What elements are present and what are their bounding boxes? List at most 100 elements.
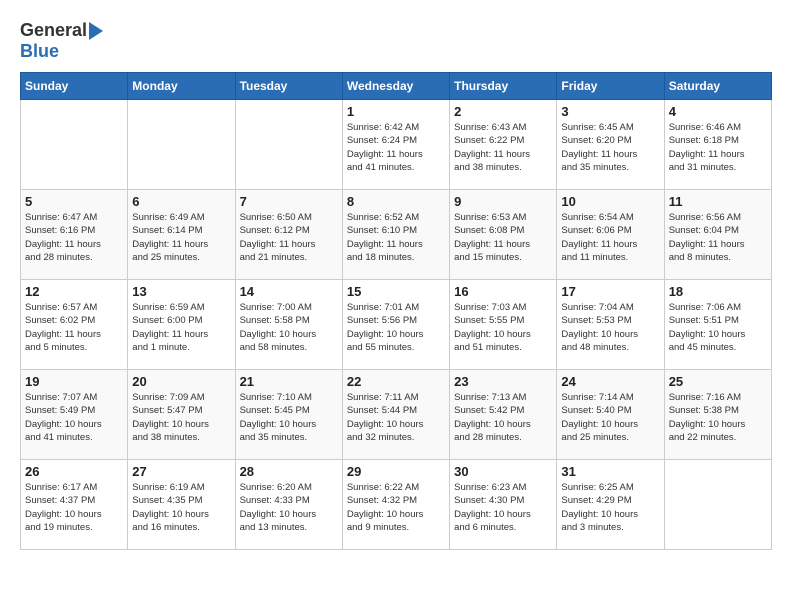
column-header-friday: Friday bbox=[557, 73, 664, 100]
day-number: 1 bbox=[347, 104, 445, 119]
logo: General Blue bbox=[20, 20, 103, 62]
day-number: 12 bbox=[25, 284, 123, 299]
calendar-table: SundayMondayTuesdayWednesdayThursdayFrid… bbox=[20, 72, 772, 550]
day-cell-5: 5 Sunrise: 6:47 AM Sunset: 6:16 PM Daylig… bbox=[21, 190, 128, 280]
day-info: Sunrise: 7:16 AM Sunset: 5:38 PM Dayligh… bbox=[669, 391, 767, 444]
day-number: 11 bbox=[669, 194, 767, 209]
column-header-thursday: Thursday bbox=[450, 73, 557, 100]
day-info: Sunrise: 7:03 AM Sunset: 5:55 PM Dayligh… bbox=[454, 301, 552, 354]
day-cell-30: 30Sunrise: 6:23 AM Sunset: 4:30 PM Dayli… bbox=[450, 460, 557, 550]
day-number: 17 bbox=[561, 284, 659, 299]
day-cell-26: 26 Sunrise: 6:17 AM Sunset: 4:37 PM Dayli… bbox=[21, 460, 128, 550]
day-info: Sunrise: 6:56 AM Sunset: 6:04 PM Dayligh… bbox=[669, 211, 767, 264]
day-number: 19 bbox=[25, 374, 123, 389]
day-cell-2: 2 Sunrise: 6:43 AM Sunset: 6:22 PM Daylig… bbox=[450, 100, 557, 190]
day-number: 30 bbox=[454, 464, 552, 479]
day-cell-1: 1 Sunrise: 6:42 AM Sunset: 6:24 PM Daylig… bbox=[342, 100, 449, 190]
day-cell-16: 16 Sunrise: 7:03 AM Sunset: 5:55 PM Dayli… bbox=[450, 280, 557, 370]
page-header: General Blue bbox=[20, 20, 772, 62]
day-number: 26 bbox=[25, 464, 123, 479]
day-info: Sunrise: 6:47 AM Sunset: 6:16 PM Dayligh… bbox=[25, 211, 123, 264]
day-number: 20 bbox=[132, 374, 230, 389]
column-header-saturday: Saturday bbox=[664, 73, 771, 100]
day-cell-20: 20 Sunrise: 7:09 AM Sunset: 5:47 PM Dayli… bbox=[128, 370, 235, 460]
day-info: Sunrise: 6:49 AM Sunset: 6:14 PM Dayligh… bbox=[132, 211, 230, 264]
day-number: 23 bbox=[454, 374, 552, 389]
day-cell-4: 4Sunrise: 6:46 AM Sunset: 6:18 PM Daylig… bbox=[664, 100, 771, 190]
day-number: 24 bbox=[561, 374, 659, 389]
day-number: 25 bbox=[669, 374, 767, 389]
day-info: Sunrise: 7:06 AM Sunset: 5:51 PM Dayligh… bbox=[669, 301, 767, 354]
column-header-monday: Monday bbox=[128, 73, 235, 100]
day-cell-9: 9Sunrise: 6:53 AM Sunset: 6:08 PM Daylig… bbox=[450, 190, 557, 280]
day-cell-6: 6 Sunrise: 6:49 AM Sunset: 6:14 PM Daylig… bbox=[128, 190, 235, 280]
day-cell-13: 13Sunrise: 6:59 AM Sunset: 6:00 PM Dayli… bbox=[128, 280, 235, 370]
day-cell-21: 21 Sunrise: 7:10 AM Sunset: 5:45 PM Dayli… bbox=[235, 370, 342, 460]
week-row-4: 19 Sunrise: 7:07 AM Sunset: 5:49 PM Dayli… bbox=[21, 370, 772, 460]
day-number: 14 bbox=[240, 284, 338, 299]
day-cell-15: 15Sunrise: 7:01 AM Sunset: 5:56 PM Dayli… bbox=[342, 280, 449, 370]
day-cell-27: 27Sunrise: 6:19 AM Sunset: 4:35 PM Dayli… bbox=[128, 460, 235, 550]
day-info: Sunrise: 7:11 AM Sunset: 5:44 PM Dayligh… bbox=[347, 391, 445, 444]
day-info: Sunrise: 6:59 AM Sunset: 6:00 PM Dayligh… bbox=[132, 301, 230, 354]
day-info: Sunrise: 6:52 AM Sunset: 6:10 PM Dayligh… bbox=[347, 211, 445, 264]
day-info: Sunrise: 6:46 AM Sunset: 6:18 PM Dayligh… bbox=[669, 121, 767, 174]
day-cell-12: 12 Sunrise: 6:57 AM Sunset: 6:02 PM Dayli… bbox=[21, 280, 128, 370]
day-cell-7: 7 Sunrise: 6:50 AM Sunset: 6:12 PM Daylig… bbox=[235, 190, 342, 280]
day-number: 28 bbox=[240, 464, 338, 479]
week-row-5: 26 Sunrise: 6:17 AM Sunset: 4:37 PM Dayli… bbox=[21, 460, 772, 550]
day-number: 8 bbox=[347, 194, 445, 209]
day-number: 27 bbox=[132, 464, 230, 479]
day-number: 22 bbox=[347, 374, 445, 389]
day-info: Sunrise: 7:07 AM Sunset: 5:49 PM Dayligh… bbox=[25, 391, 123, 444]
day-cell-18: 18 Sunrise: 7:06 AM Sunset: 5:51 PM Dayli… bbox=[664, 280, 771, 370]
day-info: Sunrise: 6:20 AM Sunset: 4:33 PM Dayligh… bbox=[240, 481, 338, 534]
day-info: Sunrise: 6:43 AM Sunset: 6:22 PM Dayligh… bbox=[454, 121, 552, 174]
day-info: Sunrise: 7:04 AM Sunset: 5:53 PM Dayligh… bbox=[561, 301, 659, 354]
day-cell-19: 19 Sunrise: 7:07 AM Sunset: 5:49 PM Dayli… bbox=[21, 370, 128, 460]
day-cell-24: 24Sunrise: 7:14 AM Sunset: 5:40 PM Dayli… bbox=[557, 370, 664, 460]
day-cell-17: 17 Sunrise: 7:04 AM Sunset: 5:53 PM Dayli… bbox=[557, 280, 664, 370]
column-header-tuesday: Tuesday bbox=[235, 73, 342, 100]
day-info: Sunrise: 7:09 AM Sunset: 5:47 PM Dayligh… bbox=[132, 391, 230, 444]
day-info: Sunrise: 6:53 AM Sunset: 6:08 PM Dayligh… bbox=[454, 211, 552, 264]
day-number: 21 bbox=[240, 374, 338, 389]
day-number: 6 bbox=[132, 194, 230, 209]
day-number: 16 bbox=[454, 284, 552, 299]
day-info: Sunrise: 6:25 AM Sunset: 4:29 PM Dayligh… bbox=[561, 481, 659, 534]
day-info: Sunrise: 6:42 AM Sunset: 6:24 PM Dayligh… bbox=[347, 121, 445, 174]
day-cell-10: 10 Sunrise: 6:54 AM Sunset: 6:06 PM Dayli… bbox=[557, 190, 664, 280]
day-info: Sunrise: 7:00 AM Sunset: 5:58 PM Dayligh… bbox=[240, 301, 338, 354]
day-number: 29 bbox=[347, 464, 445, 479]
day-info: Sunrise: 6:50 AM Sunset: 6:12 PM Dayligh… bbox=[240, 211, 338, 264]
day-cell-22: 22 Sunrise: 7:11 AM Sunset: 5:44 PM Dayli… bbox=[342, 370, 449, 460]
week-row-1: 1 Sunrise: 6:42 AM Sunset: 6:24 PM Daylig… bbox=[21, 100, 772, 190]
logo-arrow-icon bbox=[89, 22, 103, 40]
day-info: Sunrise: 6:54 AM Sunset: 6:06 PM Dayligh… bbox=[561, 211, 659, 264]
day-info: Sunrise: 6:57 AM Sunset: 6:02 PM Dayligh… bbox=[25, 301, 123, 354]
day-info: Sunrise: 6:22 AM Sunset: 4:32 PM Dayligh… bbox=[347, 481, 445, 534]
day-cell-23: 23Sunrise: 7:13 AM Sunset: 5:42 PM Dayli… bbox=[450, 370, 557, 460]
column-header-sunday: Sunday bbox=[21, 73, 128, 100]
day-cell-11: 11 Sunrise: 6:56 AM Sunset: 6:04 PM Dayli… bbox=[664, 190, 771, 280]
day-cell-29: 29 Sunrise: 6:22 AM Sunset: 4:32 PM Dayli… bbox=[342, 460, 449, 550]
day-number: 7 bbox=[240, 194, 338, 209]
day-info: Sunrise: 6:17 AM Sunset: 4:37 PM Dayligh… bbox=[25, 481, 123, 534]
empty-cell bbox=[664, 460, 771, 550]
day-cell-28: 28 Sunrise: 6:20 AM Sunset: 4:33 PM Dayli… bbox=[235, 460, 342, 550]
day-number: 2 bbox=[454, 104, 552, 119]
day-number: 10 bbox=[561, 194, 659, 209]
day-number: 15 bbox=[347, 284, 445, 299]
week-row-2: 5 Sunrise: 6:47 AM Sunset: 6:16 PM Daylig… bbox=[21, 190, 772, 280]
day-number: 18 bbox=[669, 284, 767, 299]
day-cell-25: 25 Sunrise: 7:16 AM Sunset: 5:38 PM Dayli… bbox=[664, 370, 771, 460]
header-row: SundayMondayTuesdayWednesdayThursdayFrid… bbox=[21, 73, 772, 100]
column-header-wednesday: Wednesday bbox=[342, 73, 449, 100]
logo-general-text: General bbox=[20, 20, 87, 41]
day-info: Sunrise: 7:10 AM Sunset: 5:45 PM Dayligh… bbox=[240, 391, 338, 444]
day-number: 5 bbox=[25, 194, 123, 209]
empty-cell bbox=[128, 100, 235, 190]
week-row-3: 12 Sunrise: 6:57 AM Sunset: 6:02 PM Dayli… bbox=[21, 280, 772, 370]
day-cell-31: 31Sunrise: 6:25 AM Sunset: 4:29 PM Dayli… bbox=[557, 460, 664, 550]
logo-blue-text: Blue bbox=[20, 41, 59, 61]
